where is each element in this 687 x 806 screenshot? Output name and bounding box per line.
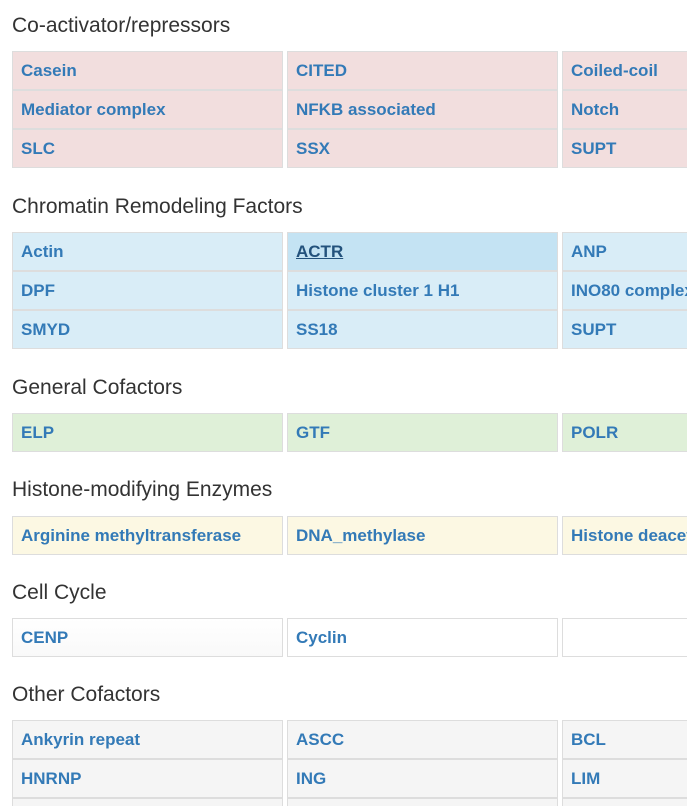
category-link[interactable]: SMYD xyxy=(12,310,283,349)
category-link[interactable]: CITED xyxy=(287,51,558,90)
category-link[interactable]: SUPT xyxy=(562,129,687,168)
grid-row: Casein CITED Coiled-coil xyxy=(12,51,687,90)
category-link[interactable]: ING xyxy=(287,759,558,798)
category-grid: ELP GTF POLR xyxy=(12,413,687,453)
category-link[interactable]: LIM xyxy=(562,759,687,798)
grid-row: CENP Cyclin xyxy=(12,618,687,657)
grid-row: SLC SSX SUPT xyxy=(12,129,687,168)
category-link[interactable]: HNRNP xyxy=(12,759,283,798)
category-grid: Ankyrin repeat ASCC BCL HNRNP ING LIM xyxy=(12,720,687,806)
section-title: Co-activator/repressors xyxy=(12,14,231,37)
category-link[interactable]: Histone cluster 1 H1 xyxy=(287,271,558,310)
category-link[interactable] xyxy=(287,798,558,806)
category-link[interactable]: DPF xyxy=(12,271,283,310)
category-link[interactable]: Cyclin xyxy=(287,618,558,657)
category-link[interactable]: Actin xyxy=(12,232,283,271)
grid-row: SMYD SS18 SUPT xyxy=(12,310,687,349)
category-link[interactable]: Arginine methyltransferase xyxy=(12,516,283,555)
category-link[interactable] xyxy=(562,798,687,806)
category-link[interactable]: Coiled-coil xyxy=(562,51,687,90)
category-link[interactable] xyxy=(12,798,283,806)
section-title: Histone-modifying Enzymes xyxy=(12,478,273,501)
grid-row: Ankyrin repeat ASCC BCL xyxy=(12,720,687,759)
category-link[interactable]: Notch xyxy=(562,90,687,129)
section-title: Chromatin Remodeling Factors xyxy=(12,195,303,218)
category-link[interactable]: ELP xyxy=(12,413,283,452)
category-grid: Actin ACTR ANP DPF Histone cluster 1 H1 … xyxy=(12,232,687,350)
grid-row: Mediator complex NFKB associated Notch xyxy=(12,90,687,129)
category-link[interactable]: Ankyrin repeat xyxy=(12,720,283,759)
category-link[interactable]: INO80 complex xyxy=(562,271,687,310)
category-link[interactable]: Mediator complex xyxy=(12,90,283,129)
grid-row: DPF Histone cluster 1 H1 INO80 complex xyxy=(12,271,687,310)
section-title: Other Cofactors xyxy=(12,683,161,706)
category-link[interactable]: CENP xyxy=(12,618,283,657)
category-link[interactable]: NFKB associated xyxy=(287,90,558,129)
grid-row: HNRNP ING LIM xyxy=(12,759,687,798)
category-grid: CENP Cyclin xyxy=(12,618,687,658)
category-link[interactable]: GTF xyxy=(287,413,558,452)
category-link[interactable]: SSX xyxy=(287,129,558,168)
category-link[interactable]: Casein xyxy=(12,51,283,90)
category-link[interactable]: DNA_methylase xyxy=(287,516,558,555)
category-link[interactable]: SUPT xyxy=(562,310,687,349)
section-title: Cell Cycle xyxy=(12,581,107,604)
category-link[interactable]: Histone deacetylase xyxy=(562,516,687,555)
category-link[interactable]: BCL xyxy=(562,720,687,759)
grid-row: Actin ACTR ANP xyxy=(12,232,687,271)
category-grid: Casein CITED Coiled-coil Mediator comple… xyxy=(12,51,687,169)
category-link[interactable]: SLC xyxy=(12,129,283,168)
category-link[interactable]: ANP xyxy=(562,232,687,271)
grid-row xyxy=(12,798,687,806)
category-grid: Arginine methyltransferase DNA_methylase… xyxy=(12,516,687,556)
page: { "sections": [ { "title": "Co-activator… xyxy=(0,0,687,806)
category-link[interactable]: ASCC xyxy=(287,720,558,759)
empty-cell xyxy=(562,618,687,657)
category-link[interactable]: SS18 xyxy=(287,310,558,349)
category-link[interactable]: POLR xyxy=(562,413,687,452)
grid-row: Arginine methyltransferase DNA_methylase… xyxy=(12,516,687,555)
grid-row: ELP GTF POLR xyxy=(12,413,687,452)
section-title: General Cofactors xyxy=(12,376,183,399)
category-link-hovered[interactable]: ACTR xyxy=(287,232,558,271)
